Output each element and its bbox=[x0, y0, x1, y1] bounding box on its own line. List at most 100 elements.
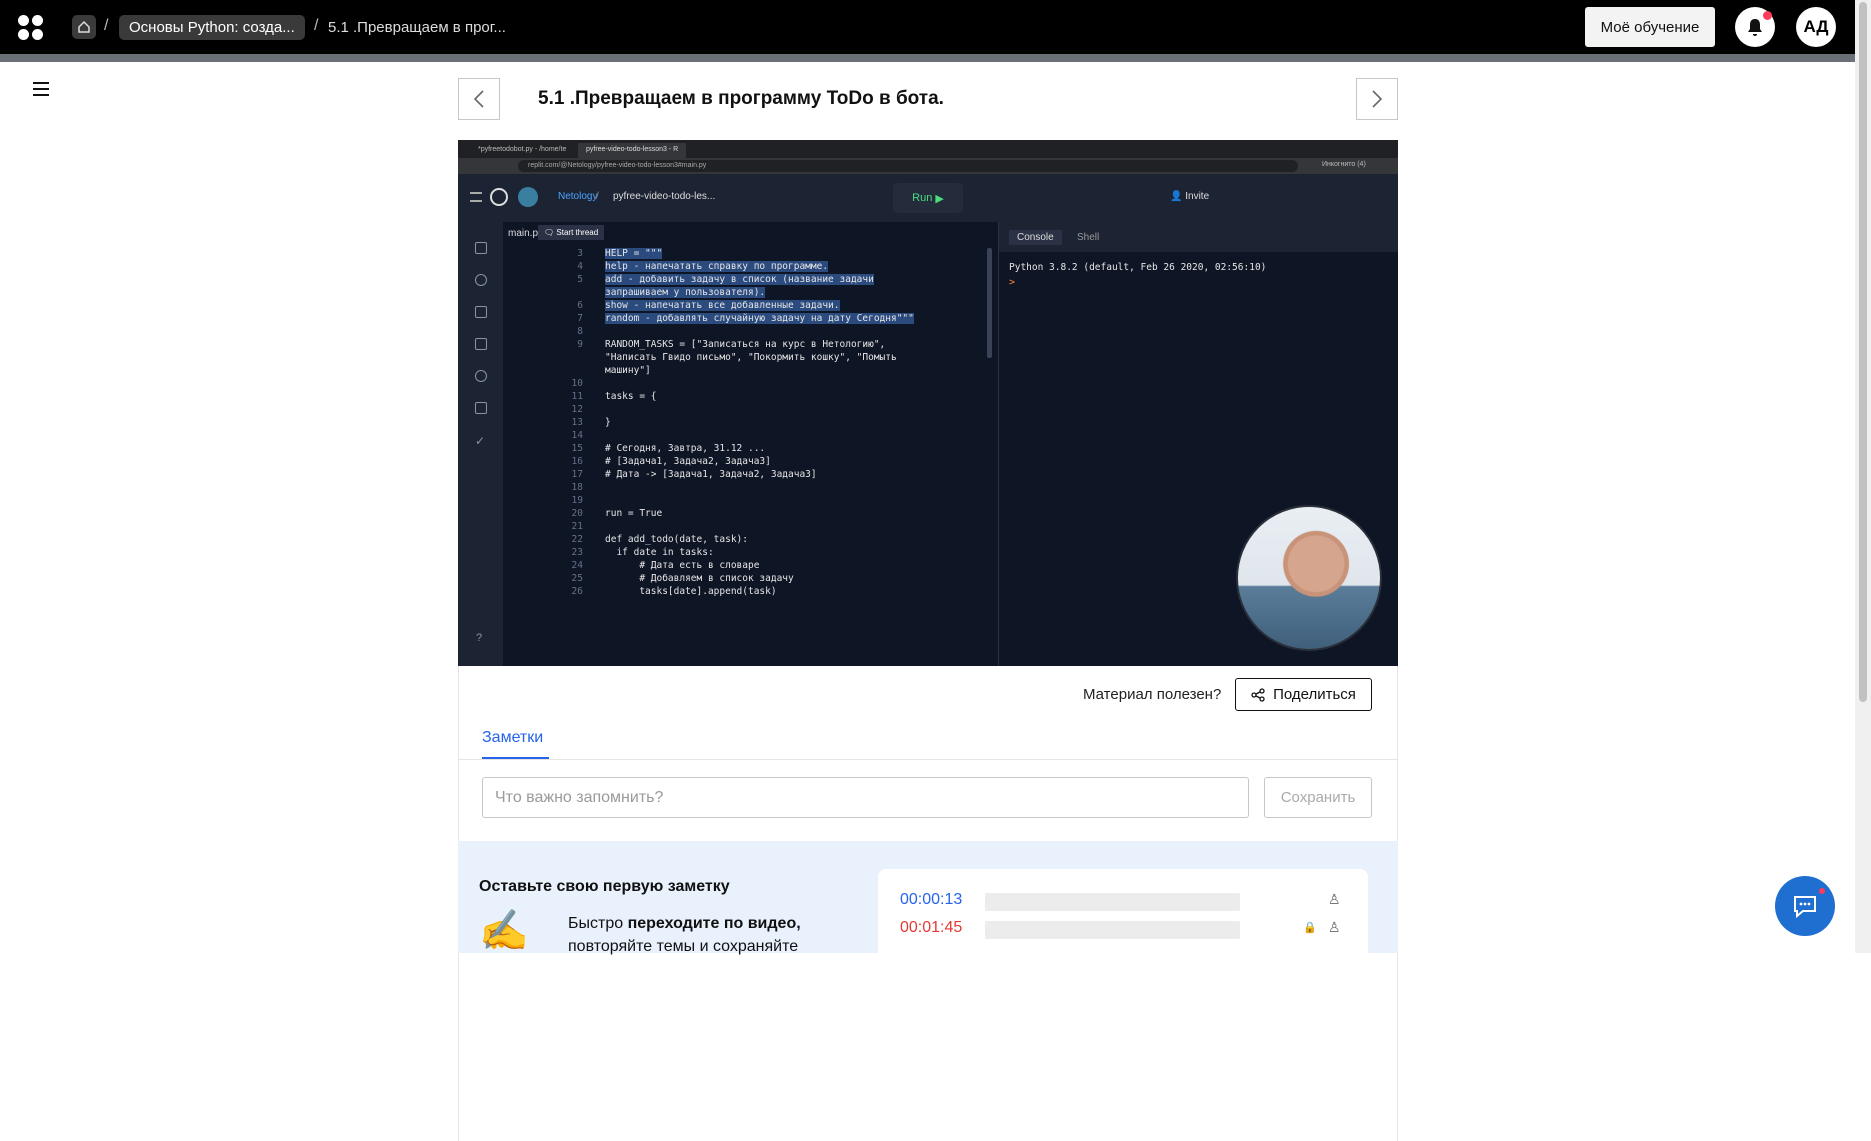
home-icon[interactable] bbox=[72, 15, 96, 39]
chat-badge bbox=[1817, 886, 1827, 896]
breadcrumb-separator: / bbox=[314, 17, 319, 34]
share-icon bbox=[1251, 687, 1265, 702]
chat-button[interactable] bbox=[1775, 876, 1835, 936]
line-number: 23 bbox=[571, 547, 583, 558]
code-text: help - напечатать справку по программе. bbox=[605, 261, 829, 272]
breadcrumb-separator: / bbox=[104, 17, 109, 34]
lesson-video-player[interactable]: *pyfreetodobot.py - /home/te pyfree-vide… bbox=[458, 140, 1398, 666]
replit-menu-icon bbox=[470, 192, 482, 202]
line-number: 10 bbox=[571, 378, 583, 389]
code-text: # Дата есть в словаре bbox=[605, 560, 760, 571]
line-number: 24 bbox=[571, 560, 583, 571]
line-number: 11 bbox=[571, 391, 583, 402]
line-number: 6 bbox=[577, 300, 583, 311]
code-text: if date in tasks: bbox=[605, 547, 714, 558]
console-tabs: Console Shell bbox=[999, 222, 1398, 252]
person-icon: ♙ bbox=[1328, 891, 1341, 907]
timecode: 00:00:13 bbox=[900, 891, 963, 908]
code-text: # Дата -> [Задача1, Задача2, Задача3] bbox=[605, 469, 817, 480]
line-number: 18 bbox=[571, 482, 583, 493]
database-icon bbox=[475, 402, 487, 414]
notification-badge bbox=[1763, 11, 1772, 20]
promo-text: Быстро переходите по видео, повторяйте т… bbox=[568, 912, 828, 958]
package-icon bbox=[475, 306, 487, 318]
share-button[interactable]: Поделиться bbox=[1235, 678, 1372, 711]
promo-text-bold: переходите по видео, bbox=[627, 915, 801, 932]
timecode-note-placeholder bbox=[985, 893, 1240, 911]
console-prompt: > bbox=[1009, 277, 1016, 288]
replit-owner: Netology bbox=[558, 191, 598, 202]
code-text: # [Задача1, Задача2, Задача3] bbox=[605, 456, 771, 467]
writing-hand-icon: ✍ bbox=[479, 909, 529, 953]
code-text: # Добавляем в список задачу bbox=[605, 573, 794, 584]
code-text: tasks[date].append(task) bbox=[605, 586, 777, 597]
timecode-note-placeholder bbox=[985, 921, 1240, 939]
line-number: 25 bbox=[571, 573, 583, 584]
code-text: } bbox=[605, 417, 611, 428]
note-input[interactable] bbox=[482, 777, 1249, 818]
my-learning-button[interactable]: Моё обучение bbox=[1585, 7, 1715, 47]
line-number: 3 bbox=[577, 248, 583, 259]
code-text: show - напечатать все добавленные задачи… bbox=[605, 300, 840, 311]
share-icon bbox=[475, 274, 487, 286]
line-number: 20 bbox=[571, 508, 583, 519]
netology-logo[interactable] bbox=[18, 15, 44, 41]
code-text: random - добавлять случайную задачу на д… bbox=[605, 313, 914, 324]
tabs-divider bbox=[458, 759, 1398, 760]
line-number: 4 bbox=[577, 261, 583, 272]
line-number: 9 bbox=[577, 339, 583, 350]
replit-invite: 👤 Invite bbox=[1170, 191, 1210, 202]
timecode: 00:01:45 bbox=[900, 919, 963, 936]
lesson-title: 5.1 .Превращаем в программу ToDo в бота. bbox=[538, 88, 944, 109]
code-text: "Написать Гвидо письмо", "Покормить кошк… bbox=[605, 352, 897, 363]
save-note-button[interactable]: Сохранить bbox=[1264, 777, 1372, 818]
line-number: 16 bbox=[571, 456, 583, 467]
editor-file-tab: main.p bbox=[508, 228, 539, 239]
chat-icon bbox=[1794, 896, 1816, 919]
video-url: replit.com/@Netology/pyfree-video-todo-l… bbox=[518, 160, 1298, 172]
files-icon bbox=[475, 242, 487, 254]
line-number: 15 bbox=[571, 443, 583, 454]
header-divider bbox=[0, 54, 1855, 62]
replit-owner-avatar bbox=[518, 187, 538, 207]
page-scrollbar[interactable] bbox=[1855, 0, 1871, 953]
video-browser-tab: *pyfreetodobot.py - /home/te bbox=[478, 146, 567, 153]
previous-lesson-button[interactable] bbox=[458, 78, 500, 120]
instructor-webcam bbox=[1236, 505, 1382, 651]
code-line: 26 tasks[date].append(task) bbox=[503, 586, 983, 601]
start-thread-label: Start thread bbox=[556, 228, 599, 237]
video-browser-tab: pyfree-video-todo-lesson3 - R bbox=[578, 143, 687, 158]
line-number: 13 bbox=[571, 417, 583, 428]
hamburger-menu-icon[interactable] bbox=[33, 82, 49, 96]
replit-path-separator: / bbox=[596, 191, 599, 202]
video-incognito: Инкогнито (4) bbox=[1322, 161, 1366, 168]
user-avatar[interactable]: АД bbox=[1796, 7, 1836, 47]
breadcrumb-course[interactable]: Основы Python: созда... bbox=[119, 15, 305, 40]
lock-icon: 🔒 bbox=[1303, 922, 1317, 934]
video-address-bar: replit.com/@Netology/pyfree-video-todo-l… bbox=[458, 158, 1398, 174]
share-label: Поделиться bbox=[1273, 686, 1356, 703]
line-number: 19 bbox=[571, 495, 583, 506]
line-number: 17 bbox=[571, 469, 583, 480]
timecode-preview-card: 00:00:13 ♙ 00:01:45 🔒 ♙ bbox=[878, 869, 1368, 959]
scrollbar-thumb[interactable] bbox=[1859, 2, 1867, 702]
line-number: 14 bbox=[571, 430, 583, 441]
replit-sidebar: ✓ ? bbox=[458, 222, 503, 666]
replit-run-label: Run bbox=[912, 192, 933, 204]
notifications-bell-icon[interactable] bbox=[1735, 7, 1775, 47]
next-lesson-button[interactable] bbox=[1356, 78, 1398, 120]
replit-help-icon: ? bbox=[476, 632, 483, 644]
chevron-left-icon bbox=[473, 90, 484, 108]
first-note-promo: Оставьте свою первую заметку ✍ Быстро пе… bbox=[458, 841, 1398, 959]
breadcrumb-lesson: 5.1 .Превращаем в прог... bbox=[328, 19, 506, 36]
useful-question: Материал полезен? bbox=[1083, 686, 1222, 703]
check-icon: ✓ bbox=[475, 434, 486, 448]
code-text: run = True bbox=[605, 508, 663, 519]
editor-scrollbar bbox=[987, 248, 992, 358]
tab-notes[interactable]: Заметки bbox=[482, 729, 543, 747]
start-thread-tooltip: 🗨 Start thread bbox=[538, 225, 605, 240]
line-number: 22 bbox=[571, 534, 583, 545]
promo-title: Оставьте свою первую заметку bbox=[479, 878, 730, 895]
line-number: 5 bbox=[577, 274, 583, 285]
code-text: def add_todo(date, task): bbox=[605, 534, 748, 545]
